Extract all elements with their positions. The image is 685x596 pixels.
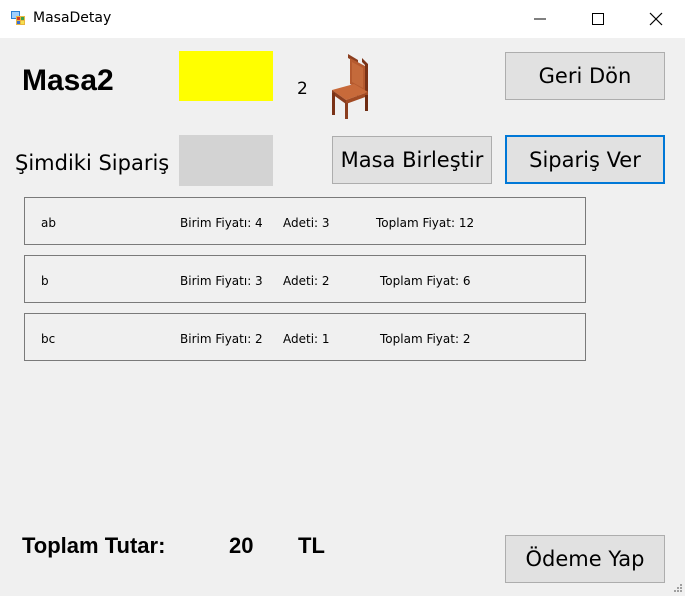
- back-button[interactable]: Geri Dön: [505, 52, 665, 100]
- order-quantity: Adeti: 1: [283, 332, 330, 346]
- order-quantity: Adeti: 3: [283, 216, 330, 230]
- close-icon: [649, 12, 663, 26]
- order-total: Toplam Fiyat: 12: [376, 216, 475, 230]
- table-status-swatch: [179, 51, 273, 101]
- place-order-button[interactable]: Sipariş Ver: [505, 135, 665, 184]
- current-order-field: [179, 135, 273, 186]
- order-quantity: Adeti: 2: [283, 274, 330, 288]
- order-total: Toplam Fiyat: 6: [380, 274, 471, 288]
- title-bar[interactable]: MasaDetay: [0, 0, 685, 38]
- table-name: Masa2: [22, 64, 114, 97]
- order-unit-price: Birim Fiyatı: 2: [180, 332, 263, 346]
- seat-count: 2: [297, 79, 308, 99]
- pay-button[interactable]: Ödeme Yap: [505, 535, 665, 583]
- app-icon: [10, 10, 26, 26]
- current-order-label: Şimdiki Sipariş: [15, 151, 170, 175]
- maximize-icon: [592, 13, 604, 25]
- order-total: Toplam Fiyat: 2: [380, 332, 471, 346]
- order-unit-price: Birim Fiyatı: 4: [180, 216, 263, 230]
- chair-icon: [328, 52, 372, 120]
- close-button[interactable]: [627, 0, 685, 38]
- minimize-button[interactable]: [511, 0, 569, 38]
- total-amount-label: Toplam Tutar:: [22, 533, 166, 558]
- masa-detay-window: MasaDetay Masa2 2 Geri Dön Şimdiki Sipar…: [0, 0, 685, 596]
- minimize-icon: [534, 18, 546, 20]
- order-row[interactable]: ab Birim Fiyatı: 4 Adeti: 3 Toplam Fiyat…: [24, 197, 586, 245]
- order-row[interactable]: bc Birim Fiyatı: 2 Adeti: 1 Toplam Fiyat…: [24, 313, 586, 361]
- order-row[interactable]: b Birim Fiyatı: 3 Adeti: 2 Toplam Fiyat:…: [24, 255, 586, 303]
- currency-label: TL: [298, 533, 325, 558]
- merge-table-button[interactable]: Masa Birleştir: [332, 136, 492, 184]
- total-amount-value: 20: [229, 533, 254, 558]
- window-title: MasaDetay: [33, 10, 112, 26]
- order-item-name: ab: [41, 216, 56, 230]
- order-item-name: b: [41, 274, 49, 288]
- maximize-button[interactable]: [569, 0, 627, 38]
- resize-grip-icon[interactable]: [671, 582, 683, 594]
- order-item-name: bc: [41, 332, 56, 346]
- order-unit-price: Birim Fiyatı: 3: [180, 274, 263, 288]
